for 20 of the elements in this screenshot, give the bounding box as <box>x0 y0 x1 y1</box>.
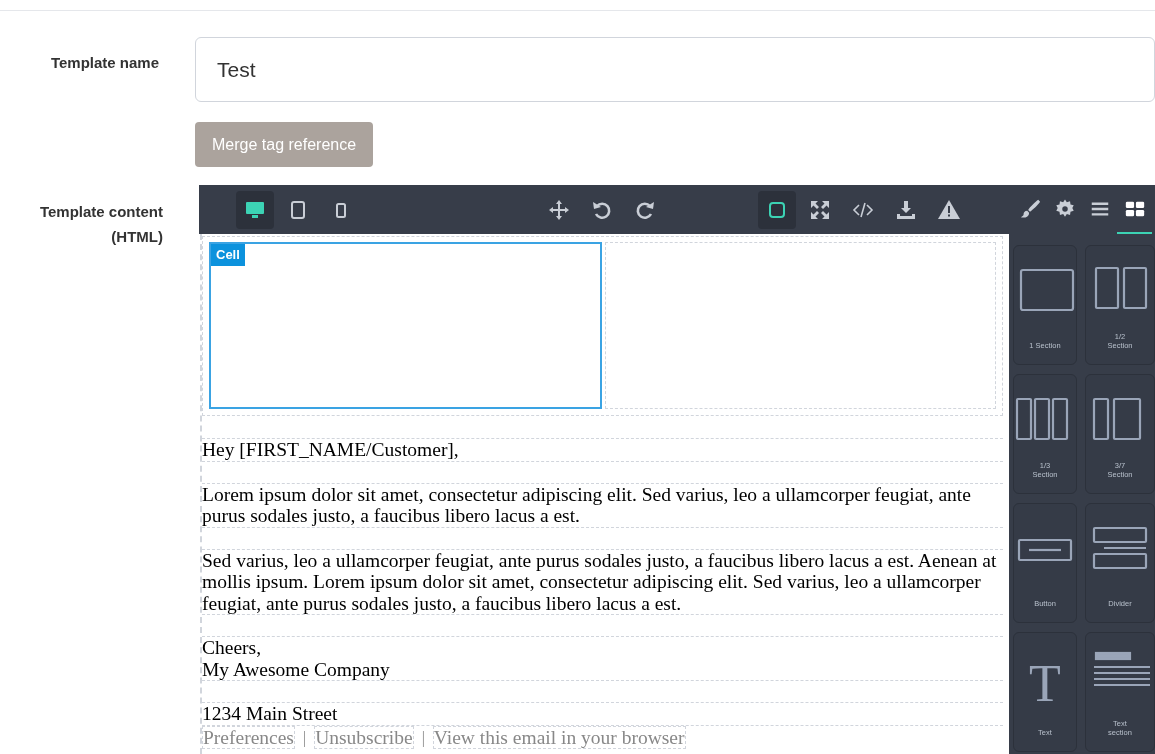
cell-badge: Cell <box>211 244 245 266</box>
email-text: Cheers, <box>202 637 263 659</box>
separator-text: | <box>420 727 426 749</box>
toolbar-button[interactable] <box>236 190 274 229</box>
address-text: 1234 Main Street <box>202 703 1003 726</box>
email-text: Sed varius, leo a ullamcorper feugiat, ante purus sodales justo, a faucibus libero lacus a est. Aenean at mollis ipsum. Lorem ipsum dolor sit amet, consectetur adipiscing elit. Sed varius, leo a ullamcorper feugiat, ante purus sodales justo, a faucibus libero lacus a est. <box>202 549 998 614</box>
footer-link[interactable]: Unsubscribe <box>314 726 414 749</box>
email-text: Hey [FIRST_NAME/Customer], <box>202 439 460 461</box>
layout-cell[interactable] <box>605 242 996 409</box>
email-text: My Awesome Company <box>202 658 391 680</box>
footer-link[interactable]: Preferences <box>202 726 295 749</box>
footer-link[interactable]: View this email in your browser <box>432 726 686 749</box>
field-label: Template name <box>50 54 159 71</box>
text-glyph-icon: T <box>1015 651 1075 703</box>
toolbar-button[interactable] <box>758 190 796 229</box>
separator-text: | <box>301 727 308 749</box>
field-label: Template content (HTML) <box>38 202 163 247</box>
layout-cell[interactable]: Cell <box>209 242 602 409</box>
email-text: Lorem ipsum dolor sit amet, consectetur adipiscing elit. Sed varius, leo a ullamcorper feugiat, ante purus sodales justo, a faucibus libero lacus a est. <box>202 483 972 527</box>
template-name-field[interactable]: Test <box>195 37 1155 102</box>
